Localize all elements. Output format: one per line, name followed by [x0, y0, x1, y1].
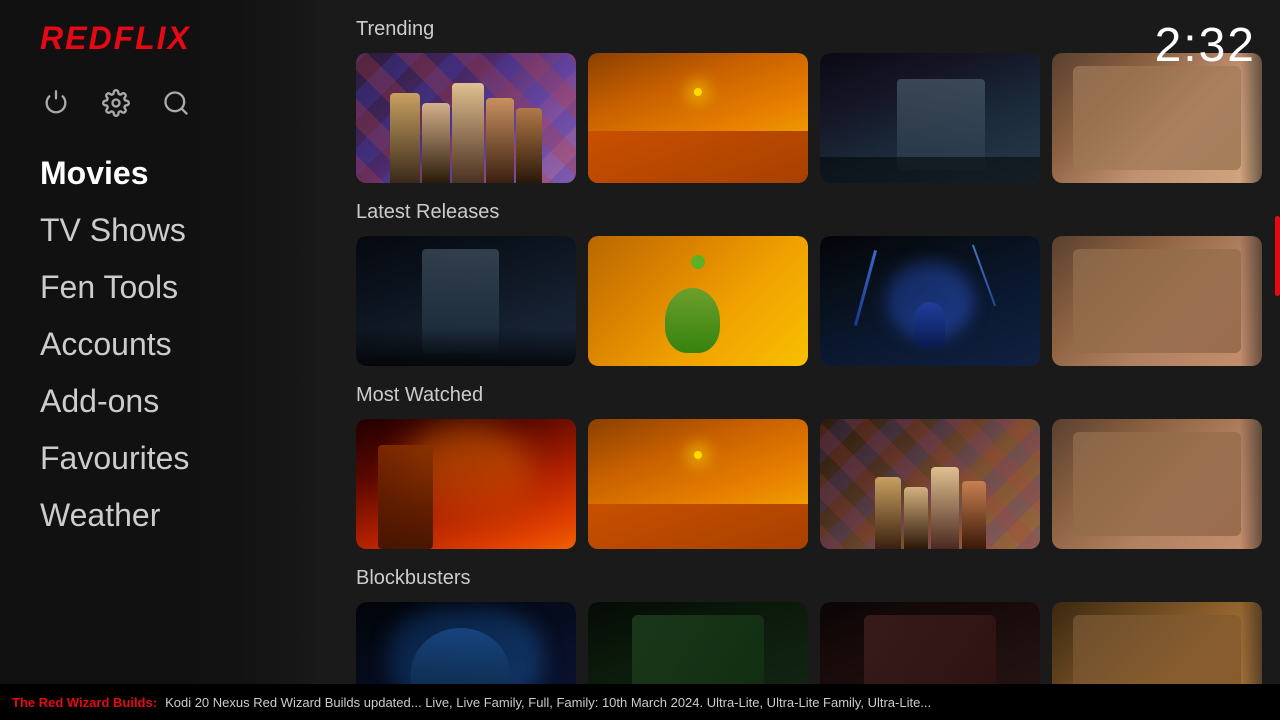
- nav-item-addons[interactable]: Add-ons: [40, 375, 310, 428]
- scroll-indicator: [1275, 216, 1280, 296]
- icon-row: [40, 87, 310, 119]
- settings-button[interactable]: [100, 87, 132, 119]
- mostwatched-card-3[interactable]: [820, 419, 1040, 549]
- latest-row: [340, 236, 1280, 366]
- nav-item-movies[interactable]: Movies: [40, 147, 310, 200]
- latest-card-1[interactable]: [356, 236, 576, 366]
- blockbusters-card-4[interactable]: [1052, 602, 1262, 684]
- nav-item-favourites[interactable]: Favourites: [40, 432, 310, 485]
- latest-card-3[interactable]: [820, 236, 1040, 366]
- nav-item-weather[interactable]: Weather: [40, 489, 310, 542]
- blockbusters-card-2[interactable]: [588, 602, 808, 684]
- clock: 2:32: [1155, 18, 1256, 73]
- blockbusters-card-3[interactable]: [820, 602, 1040, 684]
- latest-card-2[interactable]: [588, 236, 808, 366]
- sidebar: REDFLIX Movies TV Shows Fen Tools Accoun…: [0, 0, 310, 720]
- search-button[interactable]: [160, 87, 192, 119]
- section-title-latest: Latest Releases: [356, 201, 1280, 224]
- nav-item-accounts[interactable]: Accounts: [40, 318, 310, 371]
- section-title-mostwatched: Most Watched: [356, 384, 1280, 407]
- mostwatched-row: [340, 419, 1280, 549]
- nav-item-fentools[interactable]: Fen Tools: [40, 261, 310, 314]
- power-button[interactable]: [40, 87, 72, 119]
- section-title-trending: Trending: [356, 18, 1280, 41]
- ticker-label: The Red Wizard Builds:: [0, 695, 157, 710]
- ticker-bar: The Red Wizard Builds: Kodi 20 Nexus Red…: [0, 684, 1280, 720]
- ticker-text: Kodi 20 Nexus Red Wizard Builds updated.…: [165, 695, 931, 710]
- latest-card-4[interactable]: [1052, 236, 1262, 366]
- nav-item-tvshows[interactable]: TV Shows: [40, 204, 310, 257]
- trending-card-3[interactable]: [820, 53, 1040, 183]
- blockbusters-row: [340, 602, 1280, 684]
- logo: REDFLIX: [40, 20, 310, 57]
- mostwatched-card-4[interactable]: [1052, 419, 1262, 549]
- mostwatched-card-2[interactable]: [588, 419, 808, 549]
- trending-row: [340, 53, 1280, 183]
- main-content: Trending: [340, 0, 1280, 684]
- mostwatched-card-1[interactable]: [356, 419, 576, 549]
- section-title-blockbusters: Blockbusters: [356, 567, 1280, 590]
- trending-card-1[interactable]: [356, 53, 576, 183]
- blockbusters-card-1[interactable]: [356, 602, 576, 684]
- trending-card-2[interactable]: [588, 53, 808, 183]
